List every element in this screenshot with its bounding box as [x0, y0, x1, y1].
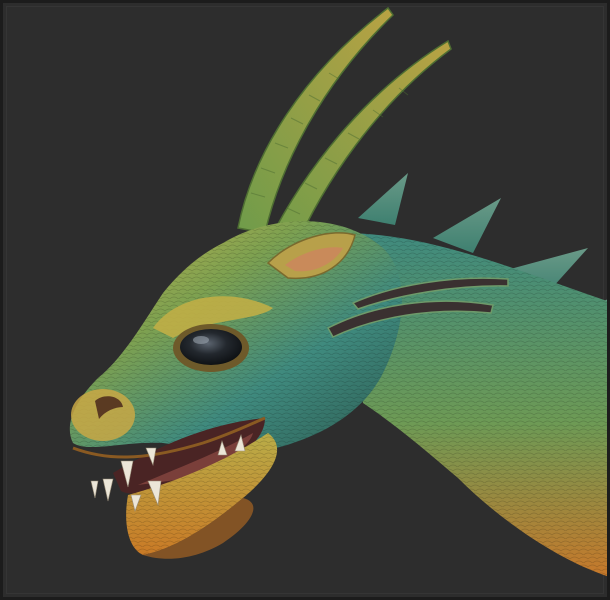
horns	[237, 6, 452, 254]
viewport-frame	[0, 0, 610, 600]
eye	[173, 324, 249, 372]
dragon-render	[69, 6, 607, 577]
